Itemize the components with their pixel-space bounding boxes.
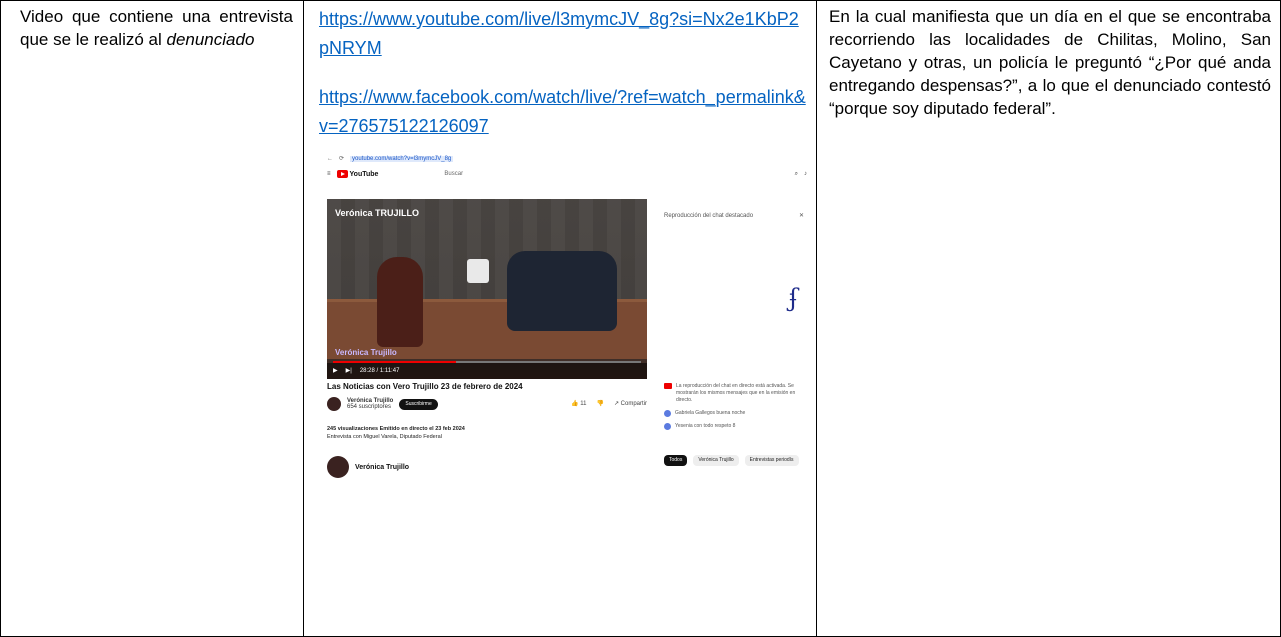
- video-screenshot: ← ⟳ youtube.com/watch?v=l3mymcJV_8g ≡ Yo…: [319, 151, 811, 491]
- video-overlay-title: Verónica TRUJILLO: [335, 208, 420, 218]
- address-url: youtube.com/watch?v=l3mymcJV_8g: [350, 156, 454, 162]
- chip-interviews: Entrevistas periodís: [744, 455, 799, 466]
- chat-message-text: Gabriela Gallegos buena noche: [675, 410, 746, 416]
- back-icon: ←: [327, 156, 333, 162]
- video-person-left: [377, 257, 423, 347]
- video-title: Las Noticias con Vero Trujillo 23 de feb…: [327, 382, 523, 391]
- subscribe-button: Suscribirme: [399, 398, 438, 410]
- search-placeholder: Buscar: [444, 171, 464, 177]
- video-player: Verónica TRUJILLO Verónica Trujillo ▶ ▶|…: [327, 199, 647, 379]
- channel-card-name: Verónica Trujillo: [355, 463, 410, 471]
- share-button: ↗ Compartir: [613, 401, 647, 407]
- share-label: Compartir: [620, 401, 647, 407]
- browser-address-bar: ← ⟳ youtube.com/watch?v=l3mymcJV_8g: [327, 153, 807, 165]
- chip-channel: Verónica Trujillo: [693, 455, 739, 466]
- views-line: 245 visualizaciones Emitido en directo e…: [327, 426, 465, 432]
- video-lamp: [467, 259, 489, 283]
- statement-cell: En la cual manifiesta que un día en el q…: [816, 0, 1281, 637]
- channel-card: Verónica Trujillo: [327, 456, 409, 478]
- evidence-table: Video que contiene una entrevista que se…: [0, 0, 1281, 637]
- signature-icon: ʄ: [789, 284, 798, 312]
- like-count: 11: [580, 401, 587, 407]
- description-italic: denunciado: [166, 30, 255, 49]
- video-description: 245 visualizaciones Emitido en directo e…: [327, 425, 465, 441]
- chat-header-text: Reproducción del chat destacado: [664, 213, 754, 219]
- brand-text: YouTube: [349, 170, 379, 178]
- chat-message: Yesenia con todo respeto 8: [664, 423, 809, 430]
- evidence-cell: https://www.youtube.com/live/l3mymcJV_8g…: [303, 0, 817, 637]
- play-logo-icon: [336, 170, 348, 178]
- chat-notice: La reproducción del chat en directo está…: [676, 383, 796, 403]
- description-cell: Video que contiene una entrevista que se…: [0, 0, 304, 637]
- description-line: Entrevista con Miguel Varela, Diputado F…: [327, 434, 442, 440]
- chat-messages: La reproducción del chat en directo está…: [664, 383, 809, 436]
- chat-message-text: Yesenia con todo respeto 8: [675, 423, 736, 429]
- table-row: Video que contiene una entrevista que se…: [0, 0, 1281, 637]
- chat-header: Reproducción del chat destacado ✕: [664, 213, 804, 219]
- facebook-link[interactable]: https://www.facebook.com/watch/live/?ref…: [319, 83, 806, 141]
- youtube-header: ≡ YouTube Buscar ⌕ ♪: [327, 167, 807, 181]
- channel-info: Verónica Trujillo 654 suscriptores: [347, 398, 393, 410]
- next-icon: ▶|: [345, 368, 352, 374]
- search-icon: ⌕: [794, 171, 798, 177]
- youtube-link[interactable]: https://www.youtube.com/live/l3mymcJV_8g…: [319, 5, 806, 63]
- close-icon: ✕: [798, 213, 804, 219]
- video-actions: 👍 11 👎 ↗ Compartir: [571, 401, 647, 407]
- reload-icon: ⟳: [339, 156, 345, 162]
- youtube-icon: [664, 383, 672, 389]
- channel-subscribers: 654 suscriptores: [347, 404, 392, 410]
- bell-icon: ♪: [804, 171, 807, 177]
- avatar: [327, 397, 341, 411]
- channel-row: Verónica Trujillo 654 suscriptores Suscri…: [327, 397, 647, 411]
- video-person-right: [507, 251, 617, 331]
- statement-text: En la cual manifiesta que un día en el q…: [829, 7, 1271, 118]
- user-avatar-icon: [664, 423, 671, 430]
- video-controls: ▶ ▶| 28:28 / 1:11:47: [327, 363, 647, 379]
- avatar: [327, 456, 349, 478]
- user-avatar-icon: [664, 410, 671, 417]
- menu-icon: ≡: [327, 171, 331, 177]
- chat-message: Gabriela Gallegos buena noche: [664, 410, 809, 417]
- play-icon: ▶: [333, 368, 338, 374]
- chip-all: Todos: [664, 455, 688, 466]
- youtube-logo: YouTube: [336, 170, 379, 178]
- dislike-icon: 👎: [596, 401, 604, 407]
- like-icon: 👍 11: [571, 401, 587, 407]
- chat-notice-row: La reproducción del chat en directo está…: [664, 383, 809, 404]
- filter-chips: Todos Verónica Trujillo Entrevistas peri…: [664, 455, 799, 466]
- video-time: 28:28 / 1:11:47: [359, 368, 400, 374]
- video-overlay-name: Verónica Trujillo: [335, 348, 397, 357]
